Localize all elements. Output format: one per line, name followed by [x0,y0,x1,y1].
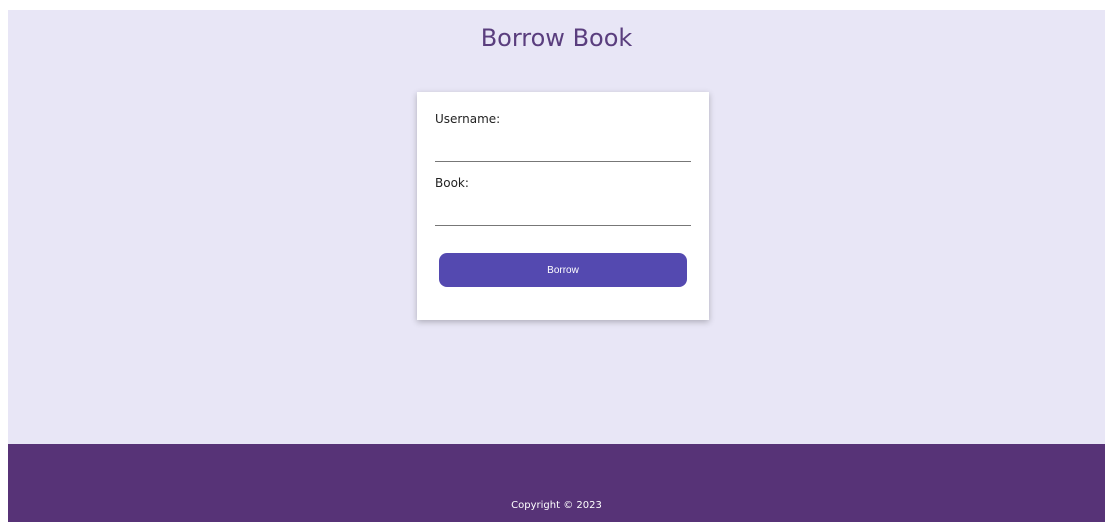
username-input[interactable] [435,139,691,162]
username-label: Username: [435,112,501,126]
page-title: Borrow Book [480,24,633,52]
borrow-button[interactable]: Borrow [439,253,687,287]
borrow-form: Username: Book: Borrow [417,92,709,320]
book-label: Book: [435,176,469,190]
footer: Copyright © 2023 [8,444,1105,522]
copyright-text: Copyright © 2023 [511,500,602,511]
book-input[interactable] [435,203,691,226]
